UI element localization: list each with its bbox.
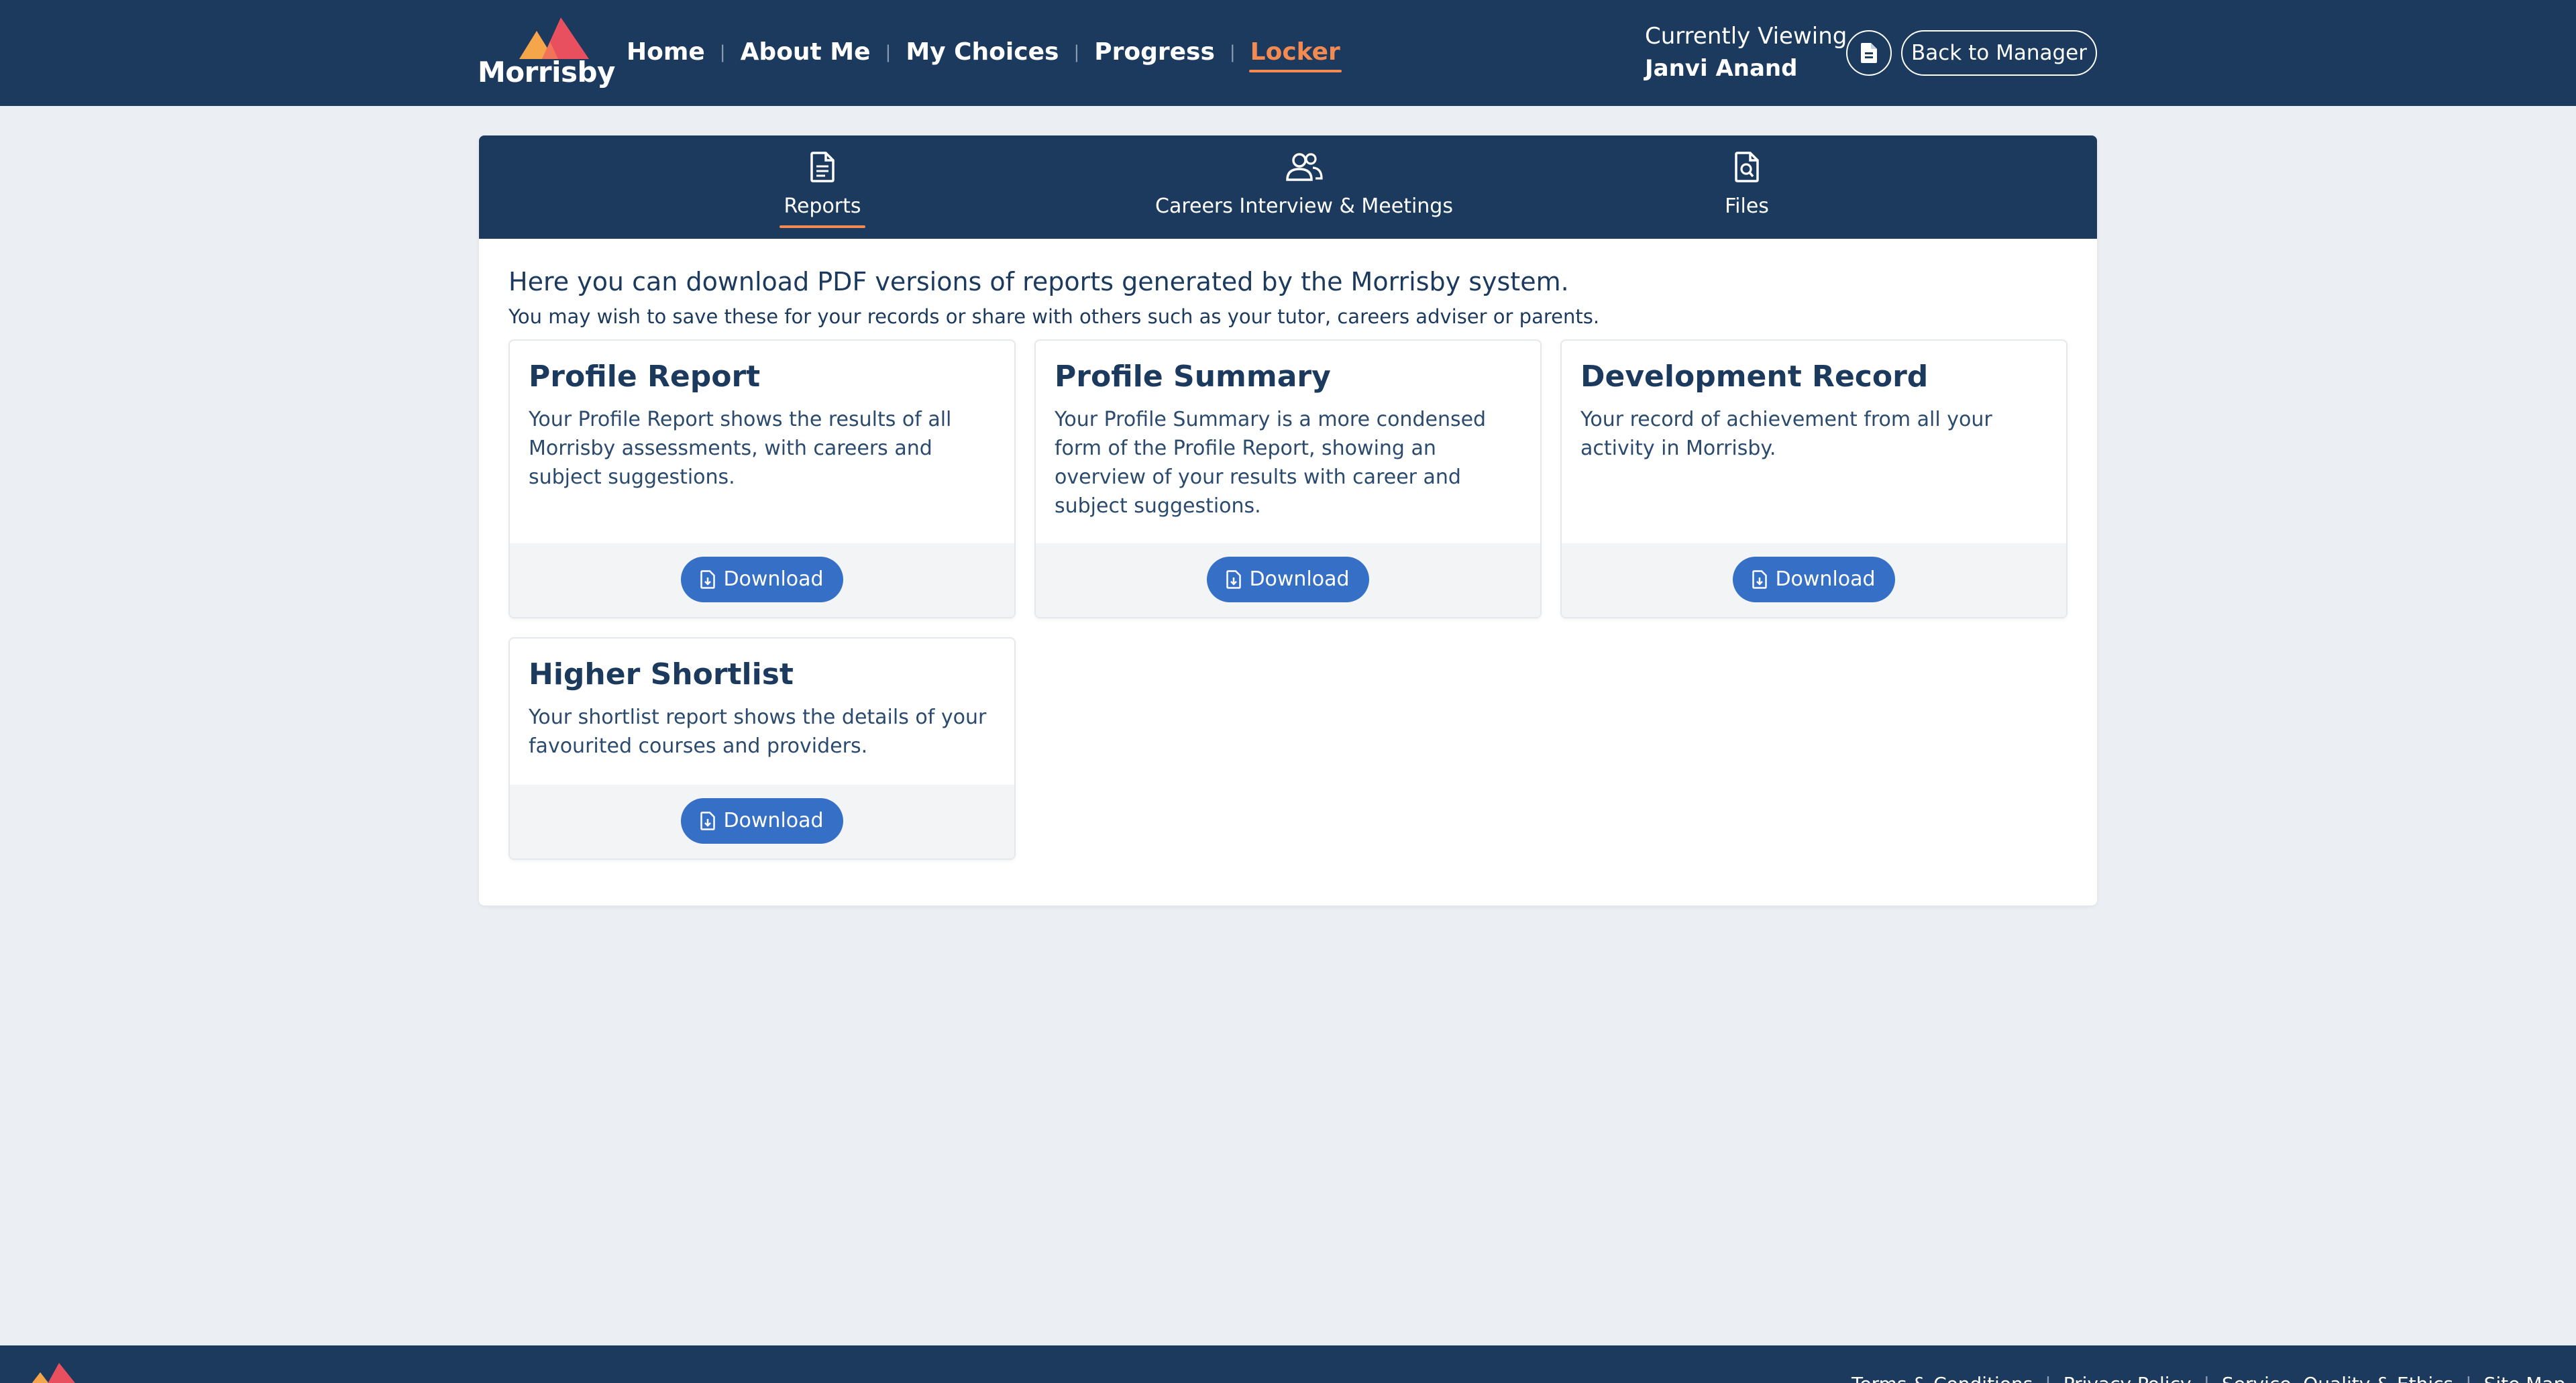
nav-progress[interactable]: Progress [1093, 31, 1216, 74]
nav-separator: | [1073, 42, 1080, 62]
report-card: Higher Shortlist Your shortlist report s… [508, 637, 1016, 860]
download-button[interactable]: Download [1207, 557, 1369, 602]
logo-mark-icon [519, 17, 589, 59]
logo-wordmark: Morrisby [478, 56, 615, 89]
footer-links: Terms & Conditions | Privacy Policy | Se… [1851, 1371, 2565, 1383]
locker-tabs: Reports Careers Interview & Meetings Fil… [479, 135, 2097, 239]
download-document-icon [700, 812, 716, 830]
download-button-label: Download [723, 809, 824, 832]
download-button-label: Download [1775, 567, 1876, 591]
footer-logo-icon[interactable] [27, 1363, 80, 1383]
people-icon [1286, 153, 1323, 181]
card-title: Higher Shortlist [529, 657, 794, 692]
report-card: Development Record Your record of achiev… [1560, 339, 2068, 618]
nav-home[interactable]: Home [625, 31, 706, 74]
currently-viewing-label: Currently Viewing [1645, 23, 1847, 50]
download-document-icon [1752, 570, 1768, 589]
footer-link-terms[interactable]: Terms & Conditions [1851, 1371, 2033, 1383]
intro-heading: Here you can download PDF versions of re… [508, 267, 1569, 296]
tab-careers-interview-meetings[interactable]: Careers Interview & Meetings [1150, 150, 1458, 231]
nav-separator: | [719, 42, 726, 62]
user-document-button[interactable] [1846, 30, 1892, 76]
card-title: Profile Summary [1055, 359, 1331, 394]
report-icon [810, 152, 835, 182]
download-button[interactable]: Download [681, 798, 843, 844]
report-card: Profile Report Your Profile Report shows… [508, 339, 1016, 618]
main-nav: Home | About Me | My Choices | Progress … [625, 31, 1342, 74]
tab-careers-label: Careers Interview & Meetings [1155, 195, 1453, 218]
card-title: Development Record [1580, 359, 1929, 394]
card-description: Your Profile Report shows the results of… [529, 408, 952, 489]
footer-separator: | [2465, 1371, 2471, 1383]
download-document-icon [1226, 570, 1242, 589]
card-footer: Download [510, 785, 1014, 859]
nav-locker[interactable]: Locker [1248, 31, 1342, 74]
tab-files[interactable]: Files [1700, 150, 1794, 231]
footer-link-service-quality-ethics[interactable]: Service, Quality & Ethics [2222, 1371, 2453, 1383]
locker-panel: Reports Careers Interview & Meetings Fil… [479, 135, 2097, 905]
file-search-icon [1735, 152, 1759, 182]
card-description: Your shortlist report shows the details … [529, 706, 987, 758]
footer-link-privacy[interactable]: Privacy Policy [2063, 1371, 2192, 1383]
tab-reports[interactable]: Reports [755, 150, 890, 231]
viewed-user-name: Janvi Anand [1645, 55, 1798, 82]
report-card: Profile Summary Your Profile Summary is … [1034, 339, 1542, 618]
card-footer: Download [1562, 543, 2066, 617]
footer-separator: | [2204, 1371, 2210, 1383]
top-navigation-bar: Morrisby Home | About Me | My Choices | … [0, 0, 2576, 106]
morrisby-logo[interactable]: Morrisby [478, 17, 615, 89]
download-button-label: Download [723, 567, 824, 591]
page-footer: Terms & Conditions | Privacy Policy | Se… [0, 1345, 2576, 1383]
tab-files-label: Files [1725, 195, 1769, 218]
footer-link-site-map[interactable]: Site Map [2484, 1371, 2566, 1383]
card-footer: Download [1036, 543, 1540, 617]
nav-separator: | [885, 42, 892, 62]
download-button[interactable]: Download [1733, 557, 1895, 602]
nav-separator: | [1229, 42, 1236, 62]
card-footer: Download [510, 543, 1014, 617]
nav-about-me[interactable]: About Me [739, 31, 872, 74]
card-description: Your record of achievement from all your… [1580, 408, 1992, 460]
footer-separator: | [2045, 1371, 2051, 1383]
currently-viewing: Currently Viewing Janvi Anand [1645, 20, 1847, 85]
back-to-manager-button[interactable]: Back to Manager [1901, 30, 2097, 76]
download-document-icon [700, 570, 716, 589]
nav-my-choices[interactable]: My Choices [904, 31, 1060, 74]
card-title: Profile Report [529, 359, 761, 394]
tab-reports-label: Reports [780, 192, 865, 228]
download-button[interactable]: Download [681, 557, 843, 602]
card-description: Your Profile Summary is a more condensed… [1055, 408, 1487, 518]
download-button-label: Download [1249, 567, 1350, 591]
intro-subtext: You may wish to save these for your reco… [508, 305, 1600, 328]
document-icon [1861, 43, 1877, 63]
